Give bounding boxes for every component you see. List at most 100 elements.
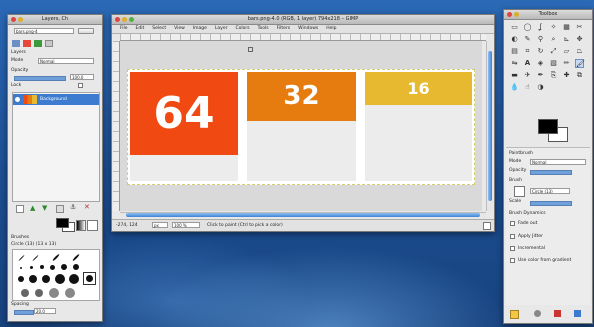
close-icon[interactable] [507, 12, 512, 17]
menu-edit[interactable]: Edit [136, 25, 145, 33]
eraser-icon[interactable]: ▬ [510, 71, 519, 80]
mode-select[interactable]: Normal [38, 58, 94, 64]
toolbox-fg-color[interactable] [538, 119, 558, 134]
brush-item[interactable] [61, 264, 67, 270]
minimize-icon[interactable] [122, 17, 127, 22]
brush-item[interactable] [35, 289, 43, 297]
pencil-icon[interactable]: ✏ [562, 59, 571, 68]
selected-brush-item[interactable] [83, 272, 96, 285]
incremental-checkbox[interactable] [510, 246, 515, 251]
unit-select[interactable]: px [152, 222, 168, 228]
undo-tab-icon[interactable] [45, 40, 53, 47]
rotate-icon[interactable]: ↻ [536, 47, 545, 56]
toolbox-color-swatches[interactable] [538, 119, 568, 142]
restore-options-icon[interactable] [534, 310, 541, 317]
spacing-value[interactable]: 20.0 [34, 308, 56, 314]
crop-icon[interactable]: ⌗ [523, 47, 532, 56]
menu-windows[interactable]: Windows [298, 25, 318, 33]
delete-layer-icon[interactable]: ✕ [84, 203, 90, 211]
apply-jitter-checkbox[interactable] [510, 234, 515, 239]
measure-icon[interactable]: ⊾ [562, 35, 571, 44]
raise-layer-icon[interactable]: ▲ [30, 204, 35, 212]
tool-mode-select[interactable]: Normal [530, 159, 586, 165]
layer-name[interactable]: Background [40, 94, 67, 105]
perspective-clone-icon[interactable]: ⧉ [575, 71, 584, 80]
dodge-burn-icon[interactable]: ◑ [536, 83, 545, 92]
flip-icon[interactable]: ⇋ [510, 59, 519, 68]
gradient-swatch[interactable] [76, 220, 86, 231]
fuzzy-select-icon[interactable]: ✧ [549, 23, 558, 32]
text-icon[interactable]: A [523, 59, 532, 68]
close-icon[interactable] [11, 17, 16, 22]
use-gradient-checkbox[interactable] [510, 258, 515, 263]
blur-icon[interactable]: 💧 [510, 83, 519, 92]
ellipse-select-icon[interactable]: ◯ [523, 23, 532, 32]
brush-item[interactable] [55, 274, 65, 284]
menu-layer[interactable]: Layer [215, 25, 228, 33]
brush-item[interactable] [73, 264, 79, 270]
brush-item[interactable] [30, 266, 33, 269]
menu-filters[interactable]: Filters [277, 25, 291, 33]
brush-item[interactable] [42, 275, 50, 283]
vertical-scroll-thumb[interactable] [488, 51, 492, 201]
auto-button[interactable] [78, 28, 94, 34]
zoom-icon[interactable] [129, 17, 134, 22]
heal-icon[interactable]: ✚ [562, 71, 571, 80]
brush-item[interactable] [21, 289, 29, 297]
menu-file[interactable]: File [120, 25, 128, 33]
tool-brush-preview[interactable] [514, 186, 525, 197]
move-icon[interactable]: ✥ [575, 35, 584, 44]
color-select-icon[interactable]: ▦ [562, 23, 571, 32]
menu-tools[interactable]: Tools [258, 25, 269, 33]
eye-icon[interactable] [15, 97, 20, 102]
vertical-ruler[interactable] [113, 41, 120, 211]
zoom-select[interactable]: 100 % [172, 222, 200, 228]
opacity-value[interactable]: 100.0 [70, 74, 94, 80]
image-selector[interactable]: bars.png-4 [14, 28, 74, 34]
layers-tab-icon[interactable] [12, 40, 20, 47]
foreground-select-icon[interactable]: ◐ [510, 35, 519, 44]
layers-dock-titlebar[interactable]: Layers, Ch [8, 15, 102, 25]
brush-item[interactable] [40, 265, 44, 269]
lower-layer-icon[interactable]: ▼ [42, 204, 47, 212]
ink-icon[interactable]: ✒ [536, 71, 545, 80]
paths-tab-icon[interactable] [34, 40, 42, 47]
brush-item[interactable] [18, 254, 25, 262]
fg-color-swatch[interactable] [56, 218, 69, 228]
brush-preview-icon[interactable] [87, 220, 98, 231]
color-picker-icon[interactable]: ⚲ [536, 35, 545, 44]
image-window-titlebar[interactable]: bars.png-4.0 (RGB, 1 layer) 794x218 – GI… [112, 15, 494, 25]
rect-select-icon[interactable]: ▭ [510, 23, 519, 32]
fade-out-checkbox[interactable] [510, 221, 515, 226]
scissors-icon[interactable]: ✂ [575, 23, 584, 32]
menu-colors[interactable]: Colors [235, 25, 249, 33]
toolbox-titlebar[interactable]: Toolbox [504, 10, 592, 20]
reset-options-icon[interactable] [574, 310, 581, 317]
paintbrush-icon[interactable]: 🖌 [575, 59, 585, 68]
airbrush-icon[interactable]: ✈ [523, 71, 532, 80]
channels-tab-icon[interactable] [23, 40, 31, 47]
minimize-icon[interactable] [514, 12, 519, 17]
save-options-icon[interactable] [510, 310, 519, 319]
menu-select[interactable]: Select [152, 25, 166, 33]
horizontal-scroll-thumb[interactable] [126, 213, 480, 217]
brush-item[interactable] [20, 267, 22, 269]
brush-item[interactable] [69, 274, 79, 284]
brush-item[interactable] [72, 253, 80, 262]
horizontal-scrollbar[interactable] [120, 212, 486, 218]
smudge-icon[interactable]: ☝ [523, 83, 532, 92]
brush-item[interactable] [29, 275, 37, 283]
fg-bg-color-swatches[interactable] [56, 218, 75, 232]
paths-icon[interactable]: ✎ [523, 35, 532, 44]
tool-opacity-slider[interactable] [530, 170, 572, 175]
brush-item[interactable] [32, 254, 39, 262]
opacity-slider[interactable] [14, 76, 66, 81]
blend-icon[interactable]: ▧ [549, 59, 558, 68]
clone-icon[interactable]: ⎘ [549, 71, 558, 80]
navigate-icon[interactable] [483, 222, 491, 230]
close-icon[interactable] [115, 17, 120, 22]
horizontal-ruler[interactable] [120, 34, 486, 41]
lock-alpha-checkbox[interactable] [78, 83, 83, 88]
minimize-icon[interactable] [18, 17, 23, 22]
menu-view[interactable]: View [174, 25, 185, 33]
